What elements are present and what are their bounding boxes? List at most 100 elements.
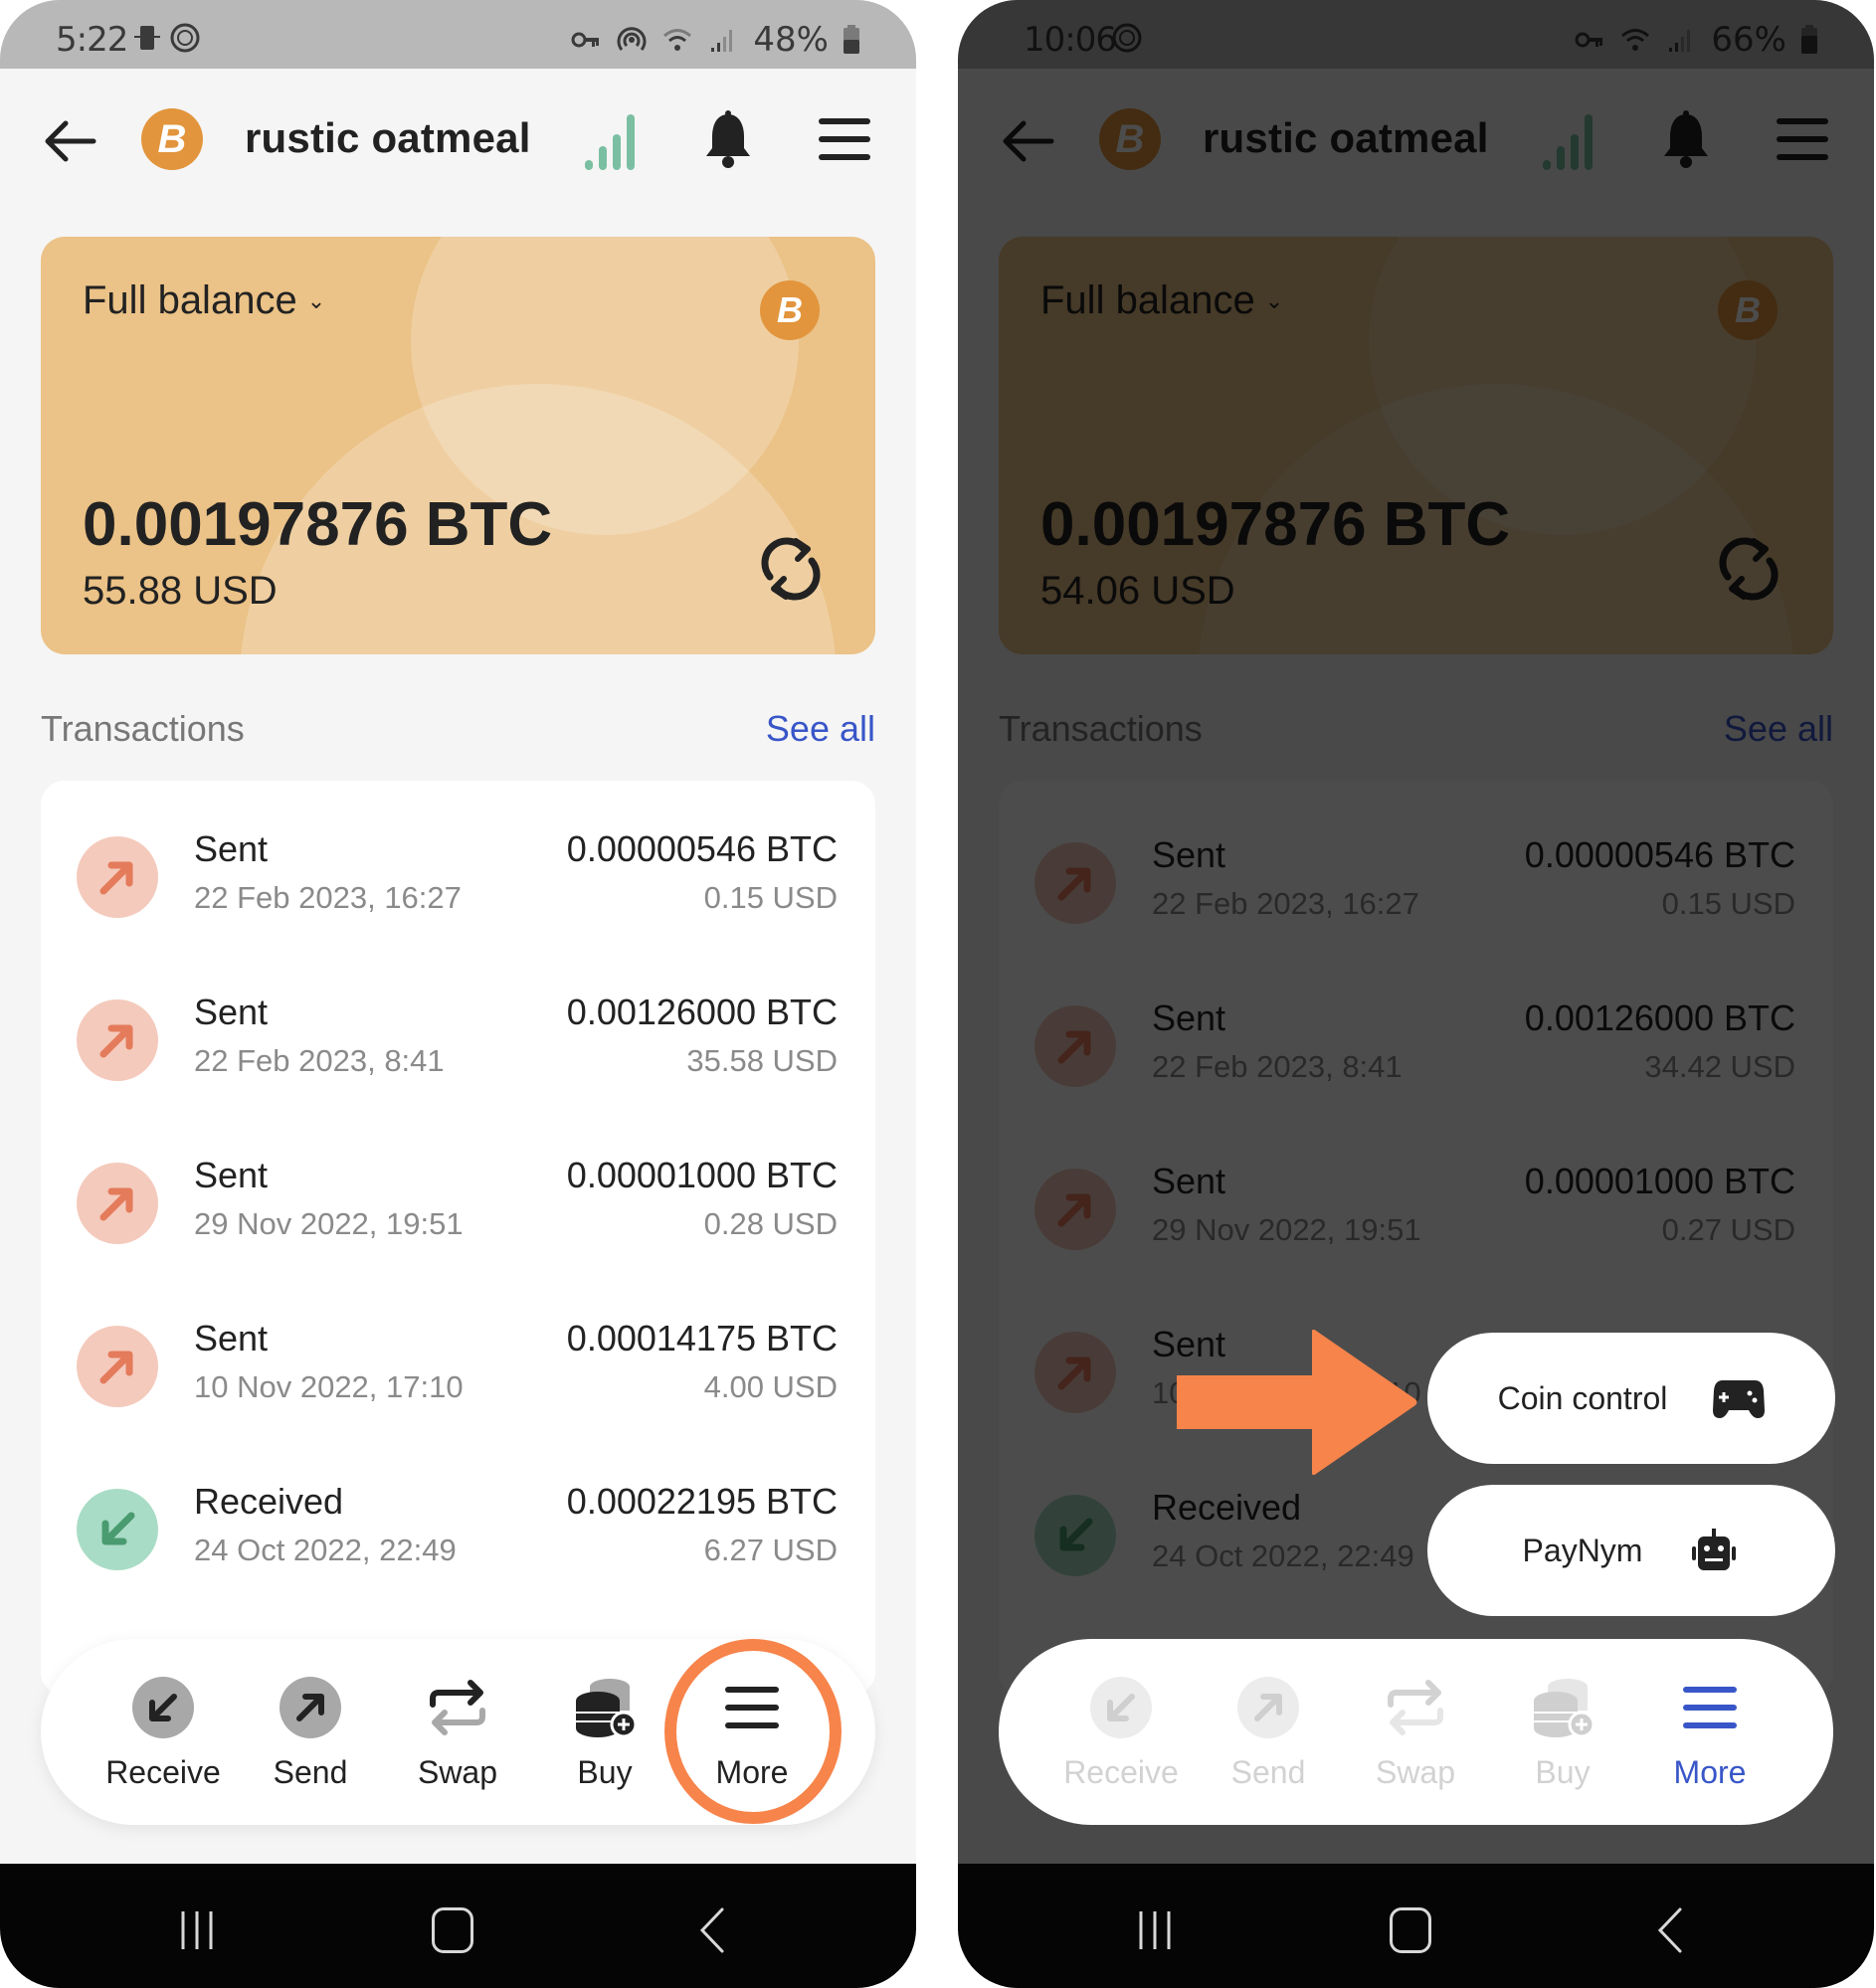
- robot-icon: [1692, 1529, 1737, 1570]
- recent-apps-icon[interactable]: [177, 1907, 217, 1953]
- wifi-icon: [663, 29, 692, 51]
- balance-type-label: Full balance: [83, 278, 297, 322]
- transaction-type: Sent: [194, 992, 269, 1032]
- action-label: Buy: [577, 1754, 633, 1790]
- annotation-arrow-icon: [1177, 1330, 1417, 1475]
- action-label: Receive: [1063, 1754, 1179, 1790]
- transaction-btc-amount: 0.00014175 BTC: [566, 1318, 838, 1358]
- gamepad-icon: [1713, 1380, 1766, 1418]
- received-arrow-icon: [77, 1489, 158, 1570]
- transaction-row[interactable]: Sent 22 Feb 2023, 16:27 0.00000546 BTC 0…: [41, 820, 875, 940]
- transaction-date: 29 Nov 2022, 19:51: [194, 1206, 464, 1241]
- buy-icon: [572, 1675, 638, 1740]
- buy-button[interactable]: Buy: [540, 1675, 669, 1804]
- transaction-type: Sent: [194, 828, 269, 869]
- notification-bell-icon[interactable]: [702, 110, 754, 170]
- transaction-type: Sent: [194, 1155, 269, 1195]
- transaction-btc-amount: 0.00001000 BTC: [566, 1155, 838, 1195]
- screen-mirror-icon: [134, 26, 160, 50]
- swap-icon: [425, 1675, 490, 1740]
- status-bar: 5:22 48%: [0, 0, 916, 69]
- coin-control-menu-item[interactable]: Coin control: [1427, 1333, 1835, 1464]
- balance-card[interactable]: Full balance ⌄ B 0.00197876 BTC 55.88 US…: [41, 237, 875, 654]
- transaction-row[interactable]: Sent 22 Feb 2023, 8:41 0.00126000 BTC 35…: [41, 984, 875, 1103]
- receive-button[interactable]: Receive: [98, 1675, 228, 1804]
- bottom-action-bar: Receive Send Swap Buy More: [999, 1639, 1833, 1825]
- app-notification-icon: [170, 23, 200, 53]
- transactions-list: Sent 22 Feb 2023, 16:27 0.00000546 BTC 0…: [41, 781, 875, 1696]
- swap-button[interactable]: Swap: [1351, 1675, 1480, 1804]
- status-system-icons: 48%: [570, 20, 860, 60]
- balance-btc: 0.00197876 BTC: [83, 490, 553, 559]
- action-label: Send: [1230, 1754, 1306, 1790]
- bitcoin-logo-icon: B: [141, 108, 203, 170]
- transaction-usd-amount: 6.27 USD: [703, 1533, 838, 1567]
- sent-arrow-icon: [77, 999, 158, 1081]
- transaction-row[interactable]: Received 24 Oct 2022, 22:49 0.00022195 B…: [41, 1473, 875, 1592]
- nav-back-icon[interactable]: [696, 1905, 726, 1955]
- sent-arrow-icon: [77, 1326, 158, 1407]
- home-icon[interactable]: [432, 1907, 473, 1953]
- transaction-btc-amount: 0.00022195 BTC: [566, 1481, 838, 1522]
- transaction-date: 22 Feb 2023, 8:41: [194, 1043, 445, 1078]
- swap-button[interactable]: Swap: [393, 1675, 522, 1804]
- phone-screen-after: 10:06 66% B rustic oatmeal Full balance …: [958, 0, 1874, 1988]
- more-menu-icon: [1677, 1675, 1743, 1740]
- receive-icon: [130, 1675, 196, 1740]
- action-label: Buy: [1535, 1754, 1591, 1790]
- send-icon: [278, 1675, 343, 1740]
- bitcoin-logo-icon: B: [760, 280, 820, 340]
- transaction-row[interactable]: Sent 10 Nov 2022, 17:10 0.00014175 BTC 4…: [41, 1310, 875, 1429]
- sent-arrow-icon: [77, 836, 158, 918]
- transaction-date: 22 Feb 2023, 16:27: [194, 880, 462, 915]
- transaction-type: Received: [194, 1481, 344, 1522]
- receive-icon: [1088, 1675, 1154, 1740]
- transaction-date: 24 Oct 2022, 22:49: [194, 1533, 457, 1567]
- transaction-usd-amount: 4.00 USD: [703, 1369, 838, 1404]
- action-label: Receive: [105, 1754, 221, 1790]
- more-button[interactable]: More: [1645, 1675, 1775, 1804]
- send-button[interactable]: Send: [1204, 1675, 1333, 1804]
- nav-back-icon[interactable]: [1654, 1905, 1684, 1955]
- action-label: More: [1673, 1754, 1747, 1790]
- hotspot-icon: [617, 27, 647, 51]
- send-button[interactable]: Send: [246, 1675, 375, 1804]
- transaction-usd-amount: 0.28 USD: [703, 1206, 838, 1241]
- paynym-menu-item[interactable]: PayNym: [1427, 1485, 1835, 1616]
- action-label: Swap: [417, 1754, 498, 1790]
- transaction-usd-amount: 0.15 USD: [703, 880, 838, 915]
- swap-icon: [1383, 1675, 1448, 1740]
- wallet-name: rustic oatmeal: [245, 114, 531, 161]
- battery-icon: [844, 25, 859, 54]
- annotation-highlight-circle: [664, 1639, 842, 1824]
- balance-type-dropdown[interactable]: Full balance ⌄: [83, 278, 325, 323]
- balance-usd: 55.88 USD: [83, 569, 278, 613]
- send-icon: [1235, 1675, 1301, 1740]
- vpn-key-icon: [571, 32, 600, 48]
- system-nav-bar: [958, 1864, 1874, 1988]
- recent-apps-icon[interactable]: [1135, 1907, 1175, 1953]
- refresh-icon[interactable]: [756, 537, 826, 601]
- transaction-usd-amount: 35.58 USD: [686, 1043, 838, 1078]
- battery-percent: 48%: [753, 20, 829, 60]
- back-arrow-icon[interactable]: [40, 110, 101, 172]
- buy-icon: [1530, 1675, 1595, 1740]
- see-all-link[interactable]: See all: [766, 708, 875, 750]
- status-notification-icons: [131, 22, 201, 54]
- phone-screen-before: 5:22 48% B rustic oatmeal Full balance ⌄…: [0, 0, 916, 1988]
- transaction-row[interactable]: Sent 29 Nov 2022, 19:51 0.00001000 BTC 0…: [41, 1147, 875, 1266]
- home-icon[interactable]: [1390, 1907, 1431, 1953]
- app-header: B rustic oatmeal: [0, 69, 916, 218]
- system-nav-bar: [0, 1864, 916, 1988]
- hamburger-menu-icon[interactable]: [818, 116, 871, 162]
- transaction-btc-amount: 0.00000546 BTC: [566, 828, 838, 869]
- cell-signal-icon: [711, 30, 733, 52]
- menu-item-label: Coin control: [1497, 1379, 1668, 1416]
- network-status-icon[interactable]: [581, 110, 641, 172]
- action-label: Send: [273, 1754, 348, 1790]
- receive-button[interactable]: Receive: [1056, 1675, 1186, 1804]
- chevron-down-icon: ⌄: [306, 287, 326, 313]
- transaction-type: Sent: [194, 1318, 269, 1358]
- buy-button[interactable]: Buy: [1498, 1675, 1627, 1804]
- transactions-heading: Transactions: [41, 708, 245, 749]
